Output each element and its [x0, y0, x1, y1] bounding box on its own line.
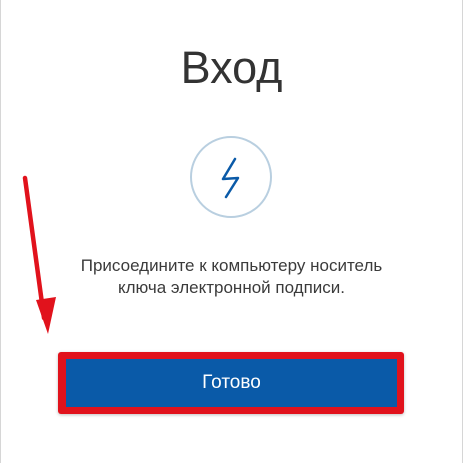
instruction-line-2: ключа электронной подписи.: [117, 278, 346, 297]
done-button[interactable]: Готово: [66, 359, 397, 407]
instruction-text: Присоедините к компьютеру носитель ключа…: [30, 255, 433, 299]
instruction-line-1: Присоедините к компьютеру носитель: [80, 256, 383, 275]
page-title: Вход: [180, 42, 283, 93]
lightning-icon: [189, 135, 273, 219]
login-panel: Вход Присоедините к компьютеру носитель …: [0, 0, 463, 463]
